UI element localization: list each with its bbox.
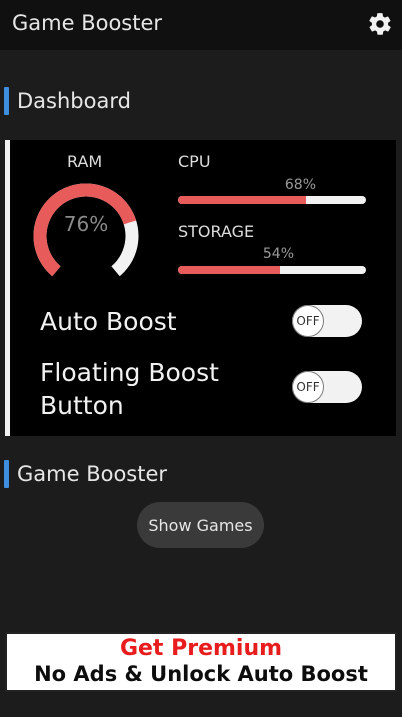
gear-icon[interactable] — [367, 11, 393, 37]
floating-boost-label-line2: Button — [40, 391, 124, 420]
cpu-meter-track — [178, 196, 366, 204]
storage-label: STORAGE — [178, 222, 255, 241]
storage-meter-fill — [178, 266, 280, 274]
game-booster-title: Game Booster — [17, 462, 168, 486]
floating-boost-toggle-knob: OFF — [292, 371, 324, 403]
cpu-value: 68% — [284, 177, 316, 193]
premium-banner[interactable]: Get Premium No Ads & Unlock Auto Boost — [5, 632, 397, 692]
cpu-meter-fill — [178, 196, 306, 204]
show-games-button[interactable]: Show Games — [137, 502, 264, 548]
ram-label: RAM — [67, 152, 103, 171]
storage-meter-track — [178, 266, 366, 274]
app-bar: Game Booster — [0, 0, 402, 50]
section-accent-bar — [4, 460, 9, 488]
ram-value: 76% — [64, 212, 108, 236]
cpu-label: CPU — [178, 152, 211, 171]
ram-gauge: 76% — [33, 183, 139, 277]
auto-boost-label: Auto Boost — [40, 307, 177, 336]
auto-boost-toggle[interactable]: OFF — [292, 305, 362, 337]
section-accent-bar — [4, 87, 9, 115]
app-title: Game Booster — [12, 11, 163, 35]
floating-boost-label-line1: Floating Boost — [40, 358, 219, 387]
storage-value: 54% — [262, 246, 294, 262]
floating-boost-toggle[interactable]: OFF — [292, 371, 362, 403]
premium-title: Get Premium — [119, 636, 283, 661]
auto-boost-toggle-knob: OFF — [292, 305, 324, 337]
game-booster-section-header: Game Booster — [4, 459, 167, 489]
dashboard-title: Dashboard — [17, 89, 131, 113]
dashboard-section-header: Dashboard — [4, 86, 131, 116]
premium-subtitle: No Ads & Unlock Auto Boost — [34, 662, 368, 686]
floating-boost-label: Floating Boost Button — [40, 356, 219, 422]
